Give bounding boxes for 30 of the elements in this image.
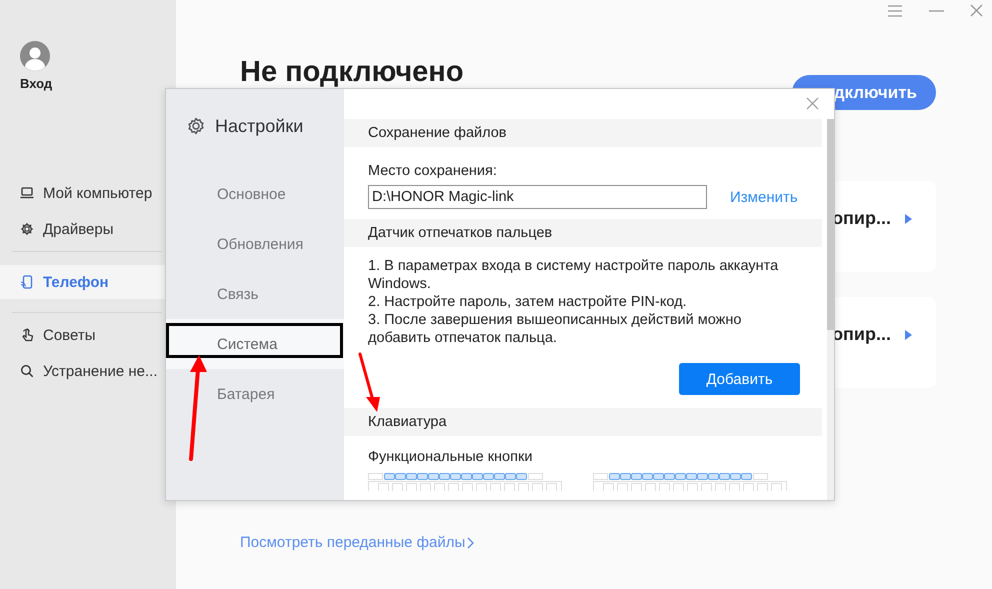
section-header: Датчик отпечатков пальцев	[344, 219, 822, 247]
scrollbar-thumb[interactable]	[827, 119, 834, 330]
triangle-icon	[905, 330, 912, 340]
section-header: Клавиатура	[344, 408, 822, 436]
close-icon[interactable]	[806, 97, 819, 110]
chip-icon	[20, 222, 34, 236]
laptop-icon	[20, 186, 34, 200]
instruction-step: 2. Настройте пароль, затем настройте PIN-код.	[368, 293, 786, 311]
transferred-files-link[interactable]: Посмотреть переданные файлы	[240, 534, 466, 551]
field-label: Место сохранения:	[368, 163, 498, 179]
avatar-icon[interactable]	[20, 41, 50, 71]
change-link[interactable]: Изменить	[730, 188, 798, 206]
search-icon	[20, 364, 34, 378]
annotation-arrow	[358, 352, 382, 414]
menu-icon[interactable]	[887, 4, 903, 18]
instruction-step: 1. В параметрах входа в систему настройте пароль аккаунта Windows.	[368, 257, 786, 293]
dialog-title: Настройки	[215, 116, 304, 136]
close-icon[interactable]	[970, 4, 983, 17]
save-path-field[interactable]: D:\HONOR Magic-link	[368, 185, 707, 209]
chevron-icon[interactable]	[467, 536, 474, 548]
login-label[interactable]: Вход	[20, 76, 52, 91]
triangle-icon	[905, 214, 912, 224]
connection-status-title: Не подключено	[240, 57, 464, 87]
hand-icon	[20, 328, 34, 342]
section-header: Сохранение файлов	[344, 119, 822, 147]
instruction-step: 3. После завершения вышеописанных действий можно добавить отпечаток пальца.	[368, 311, 786, 347]
add-button[interactable]: Добавить	[679, 363, 800, 395]
subsection-title: Функциональные кнопки	[368, 449, 534, 465]
settings-icon	[187, 117, 205, 135]
phone-icon	[20, 275, 34, 289]
